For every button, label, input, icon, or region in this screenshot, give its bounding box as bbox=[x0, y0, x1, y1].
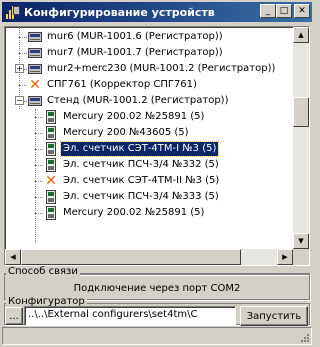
error-icon: ✕ bbox=[29, 77, 41, 93]
tree-item[interactable]: Эл. счетчик СЭТ-4ТМ-I №3 (5) bbox=[5, 141, 293, 157]
tree-item-label: mur2+merc230 (MUR-1001.2 (Регистратор)) bbox=[47, 63, 276, 74]
tree-rows: mur6 (MUR-1001.6 (Регистратор)) mur7 (MUR… bbox=[5, 29, 293, 221]
meter-icon bbox=[43, 126, 59, 140]
tree-item[interactable]: − Стенд (MUR-1001.2 (Регистратор)) bbox=[5, 93, 293, 109]
app-icon bbox=[5, 4, 21, 20]
tree-item-label: Mercury 200.02 №25891 (5) bbox=[63, 207, 205, 218]
meter-icon bbox=[43, 158, 59, 172]
device-icon bbox=[27, 46, 43, 60]
tree-item-label: Mercury 200 №43605 (5) bbox=[63, 127, 189, 138]
horizontal-scroll-thumb[interactable] bbox=[21, 249, 241, 265]
title-bar[interactable]: Конфигурирование устройств _ □ ✕ bbox=[2, 2, 312, 22]
vertical-scroll-thumb[interactable] bbox=[293, 97, 309, 127]
window-title: Конфигурирование устройств bbox=[24, 5, 215, 19]
tree-item[interactable]: Эл. счетчик ПСЧ-3/4 №332 (5) bbox=[5, 157, 293, 173]
tree-item-label: Эл. счетчик СЭТ-4ТМ-I №3 (5) bbox=[59, 141, 220, 157]
tree-item-label: mur7 (MUR-1001.7 (Регистратор)) bbox=[47, 47, 223, 58]
error-icon: ✕ bbox=[45, 173, 57, 189]
scroll-down-icon[interactable]: ▼ bbox=[293, 233, 309, 249]
tree-item[interactable]: Mercury 200 №43605 (5) bbox=[5, 125, 293, 141]
vertical-scrollbar[interactable]: ▲ ▼ bbox=[293, 27, 309, 249]
scroll-left-icon[interactable]: ◀ bbox=[5, 249, 21, 265]
configurator-path-input[interactable]: ..\..\External configurers\set4tm\C bbox=[24, 306, 236, 326]
close-button[interactable]: ✕ bbox=[294, 4, 310, 18]
device-tree[interactable]: mur6 (MUR-1001.6 (Регистратор)) mur7 (MUR… bbox=[4, 26, 310, 266]
connection-method-text: Подключение через порт COM2 bbox=[73, 283, 241, 294]
meter-icon bbox=[43, 110, 59, 124]
resize-grip-icon[interactable] bbox=[298, 331, 310, 343]
scroll-corner bbox=[293, 249, 309, 265]
tree-item-label: СПГ761 (Корректор СПГ761) bbox=[47, 79, 197, 90]
minimize-button[interactable]: _ bbox=[260, 4, 276, 18]
configurator-panel: Конфигуратор ... ..\..\External configur… bbox=[4, 296, 310, 326]
device-icon bbox=[27, 94, 43, 108]
maximize-button[interactable]: □ bbox=[276, 4, 292, 18]
tree-item-label: Эл. счетчик ПСЧ-3/4 №332 (5) bbox=[63, 159, 219, 170]
tree-item[interactable]: mur6 (MUR-1001.6 (Регистратор)) bbox=[5, 29, 293, 45]
collapse-icon[interactable]: − bbox=[15, 96, 24, 105]
status-bar bbox=[2, 327, 312, 345]
meter-icon bbox=[43, 142, 59, 156]
scroll-right-icon[interactable]: ▶ bbox=[277, 249, 293, 265]
tree-item-label: Эл. счетчик СЭТ-4ТМ-II №3 (5) bbox=[63, 175, 220, 186]
expand-icon[interactable]: + bbox=[15, 64, 24, 73]
tree-item[interactable]: mur7 (MUR-1001.7 (Регистратор)) bbox=[5, 45, 293, 61]
tree-item[interactable]: + mur2+merc230 (MUR-1001.2 (Регистратор)) bbox=[5, 61, 293, 77]
device-icon bbox=[27, 30, 43, 44]
tree-item-label: Эл. счетчик ПСЧ-3/4 №333 (5) bbox=[63, 191, 219, 202]
connection-caption: Способ связи bbox=[6, 266, 80, 277]
meter-icon bbox=[43, 190, 59, 204]
tree-item[interactable]: Mercury 200.02 №25891 (5) bbox=[5, 205, 293, 221]
device-config-window: Конфигурирование устройств _ □ ✕ mur6 (M… bbox=[0, 0, 314, 347]
run-button[interactable]: Запустить bbox=[240, 306, 308, 326]
device-icon bbox=[27, 62, 43, 76]
tree-item[interactable]: Mercury 200.02 №25891 (5) bbox=[5, 109, 293, 125]
tree-item[interactable]: Эл. счетчик ПСЧ-3/4 №333 (5) bbox=[5, 189, 293, 205]
scroll-up-icon[interactable]: ▲ bbox=[293, 27, 309, 43]
tree-item[interactable]: ✕ СПГ761 (Корректор СПГ761) bbox=[5, 77, 293, 93]
tree-item[interactable]: ✕ Эл. счетчик СЭТ-4ТМ-II №3 (5) bbox=[5, 173, 293, 189]
tree-item-label: Стенд (MUR-1001.2 (Регистратор)) bbox=[47, 95, 229, 106]
tree-item-label: Mercury 200.02 №25891 (5) bbox=[63, 111, 205, 122]
horizontal-scrollbar[interactable]: ◀ ▶ bbox=[5, 249, 293, 265]
tree-item-label: mur6 (MUR-1001.6 (Регистратор)) bbox=[47, 31, 223, 42]
browse-button[interactable]: ... bbox=[5, 307, 23, 325]
meter-icon bbox=[43, 206, 59, 220]
